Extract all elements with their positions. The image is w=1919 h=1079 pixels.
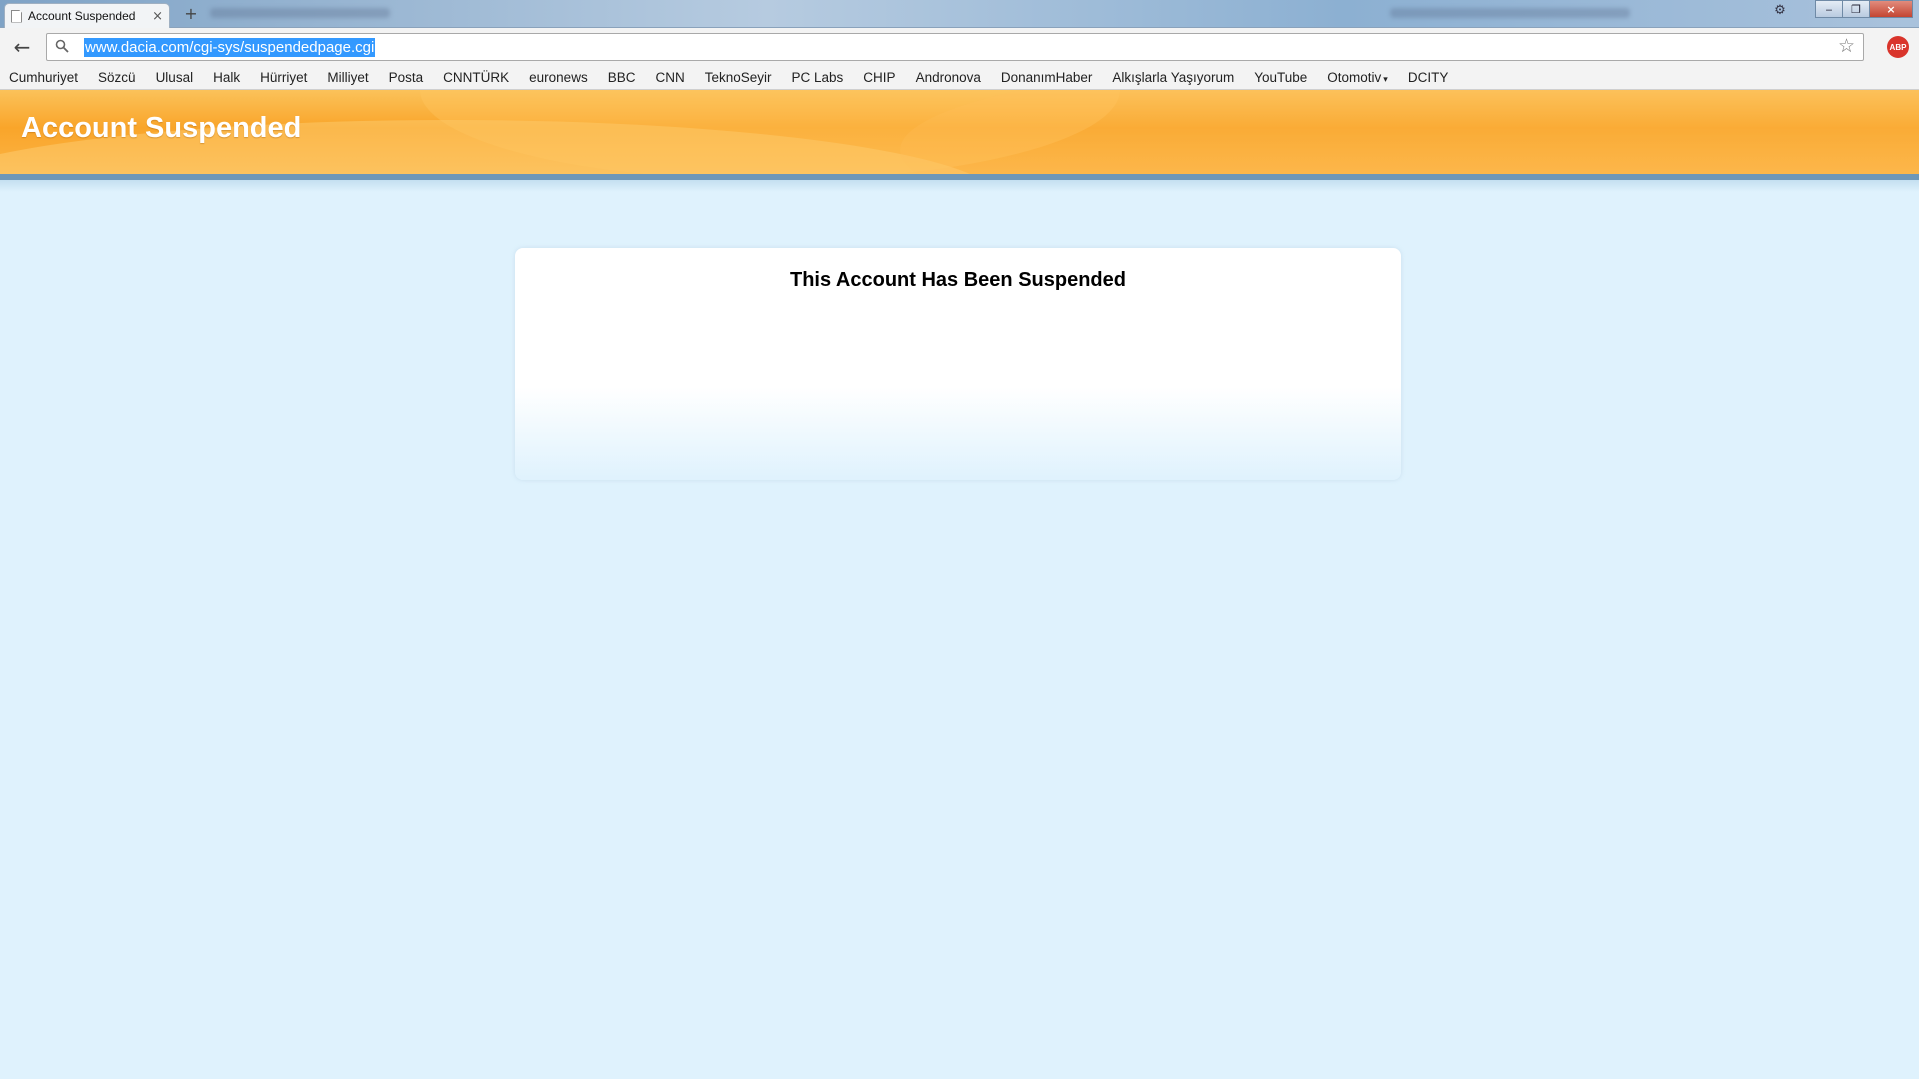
maximize-button[interactable]: ❐ <box>1842 0 1870 18</box>
browser-tab[interactable]: Account Suspended × <box>4 3 170 28</box>
bookmark-label: Milliyet <box>327 70 369 85</box>
window-controls: ‒ ❐ × <box>1815 0 1913 18</box>
bookmarks-bar: Cumhuriyet Sözcü Ulusal Halk Hürriyet Milliye… <box>0 66 1919 90</box>
bookmark-label: Andronova <box>915 70 981 85</box>
document-icon <box>11 9 22 23</box>
bookmark-label: DonanımHaber <box>1000 70 1093 85</box>
card-title: This Account Has Been Suspended <box>790 269 1126 291</box>
bookmark-item[interactable]: euronews <box>529 70 588 85</box>
bookmark-label: Alkışlarla Yaşıyorum <box>1112 70 1235 85</box>
bookmark-item[interactable]: TeknoSeyir <box>705 70 772 85</box>
bookmark-label: euronews <box>529 70 588 85</box>
suspension-notice-card: This Account Has Been Suspended <box>515 248 1401 480</box>
bookmark-item[interactable]: CNN <box>655 70 684 85</box>
header-shadow <box>0 180 1919 192</box>
minimize-button[interactable]: ‒ <box>1815 0 1843 18</box>
bookmark-label: Ulusal <box>155 70 194 85</box>
bookmark-label: BBC <box>607 70 636 85</box>
bookmark-label: Hürriyet <box>260 70 308 85</box>
browser-toolbar: ← www.dacia.com/cgi-sys/suspendedpage.cg… <box>0 28 1919 66</box>
bookmark-label: Cumhuriyet <box>9 70 79 85</box>
bookmark-label: DCITY <box>1407 70 1449 85</box>
bookmark-star-icon[interactable]: ☆ <box>1838 37 1855 56</box>
bookmark-item[interactable]: Posta <box>389 70 424 85</box>
page-title: Account Suspended <box>21 112 302 144</box>
bookmark-item[interactable]: DonanımHaber <box>1001 70 1093 85</box>
bookmark-item[interactable]: Alkışlarla Yaşıyorum <box>1112 70 1234 85</box>
bookmark-item[interactable]: Hürriyet <box>260 70 307 85</box>
close-window-button[interactable]: × <box>1869 0 1913 18</box>
url-text[interactable]: www.dacia.com/cgi-sys/suspendedpage.cgi <box>84 38 376 57</box>
adblock-extension-icon[interactable]: ABP <box>1887 36 1909 58</box>
gear-icon[interactable]: ⚙ <box>1769 1 1791 19</box>
bookmark-item[interactable]: CHIP <box>863 70 895 85</box>
bookmark-label: CNN <box>655 70 685 85</box>
address-bar[interactable]: www.dacia.com/cgi-sys/suspendedpage.cgi … <box>46 33 1864 61</box>
bookmark-label: CNNTÜRK <box>443 70 510 85</box>
bookmark-item[interactable]: PC Labs <box>792 70 844 85</box>
bookmark-label: Sözcü <box>98 70 136 85</box>
bookmark-label: PC Labs <box>791 70 844 85</box>
bookmark-item[interactable]: BBC <box>608 70 636 85</box>
bookmark-item[interactable]: YouTube <box>1254 70 1307 85</box>
bookmark-label: Posta <box>388 70 424 85</box>
bookmark-label: Otomotiv <box>1327 70 1382 85</box>
tab-close-icon[interactable]: × <box>152 10 163 23</box>
bookmark-item[interactable]: Otomotiv ▾ <box>1327 70 1388 85</box>
bookmark-label: YouTube <box>1254 70 1308 85</box>
blurred-tab-strip-text <box>1390 8 1630 18</box>
bookmark-item[interactable]: Halk <box>213 70 240 85</box>
bookmark-label: Halk <box>213 70 241 85</box>
page-header: Account Suspended <box>0 90 1919 174</box>
tab-title: Account Suspended <box>28 9 136 23</box>
bookmark-label: TeknoSeyir <box>704 70 772 85</box>
header-decoration <box>900 90 1919 174</box>
bookmark-item[interactable]: Sözcü <box>98 70 136 85</box>
bookmark-item[interactable]: Milliyet <box>327 70 368 85</box>
bookmark-item[interactable]: Andronova <box>916 70 981 85</box>
search-icon <box>55 39 69 53</box>
tab-strip: Account Suspended × + ⚙ ‒ ❐ × <box>0 0 1919 28</box>
new-tab-button[interactable]: + <box>180 5 202 23</box>
bookmark-label: CHIP <box>863 70 896 85</box>
bookmark-item[interactable]: CNNTÜRK <box>443 70 509 85</box>
bookmark-item[interactable]: DCITY <box>1408 70 1449 85</box>
back-button[interactable]: ← <box>10 36 34 58</box>
chevron-down-icon: ▾ <box>1383 74 1388 84</box>
bookmark-item[interactable]: Cumhuriyet <box>9 70 78 85</box>
blurred-tab-strip-text <box>210 8 390 18</box>
bookmark-item[interactable]: Ulusal <box>156 70 194 85</box>
